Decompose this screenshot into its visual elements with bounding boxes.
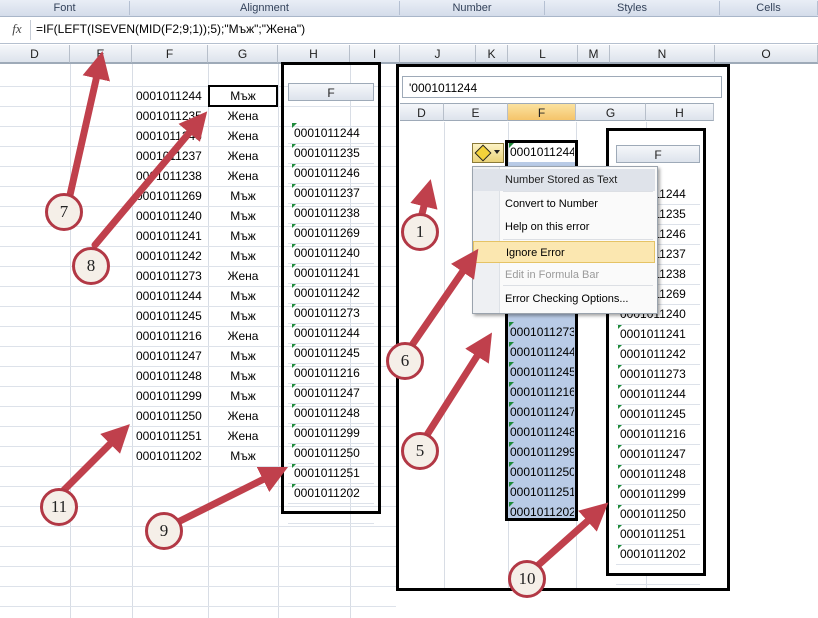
callout-5: 5 [401,432,439,470]
arrow-9 [168,466,289,529]
arrow-8 [91,111,208,249]
callout-6: 6 [386,342,424,380]
callout-7: 7 [45,193,83,231]
arrow-6 [406,248,479,352]
annotation-arrows [60,51,609,572]
arrow-11 [60,424,130,494]
callout-1: 1 [401,213,439,251]
callout-9: 9 [145,512,183,550]
callout-11: 11 [40,488,78,526]
arrow-10 [531,502,609,572]
arrow-5 [421,332,493,442]
callout-8: 8 [72,247,110,285]
arrow-7 [66,51,110,199]
callout-10: 10 [508,560,546,598]
